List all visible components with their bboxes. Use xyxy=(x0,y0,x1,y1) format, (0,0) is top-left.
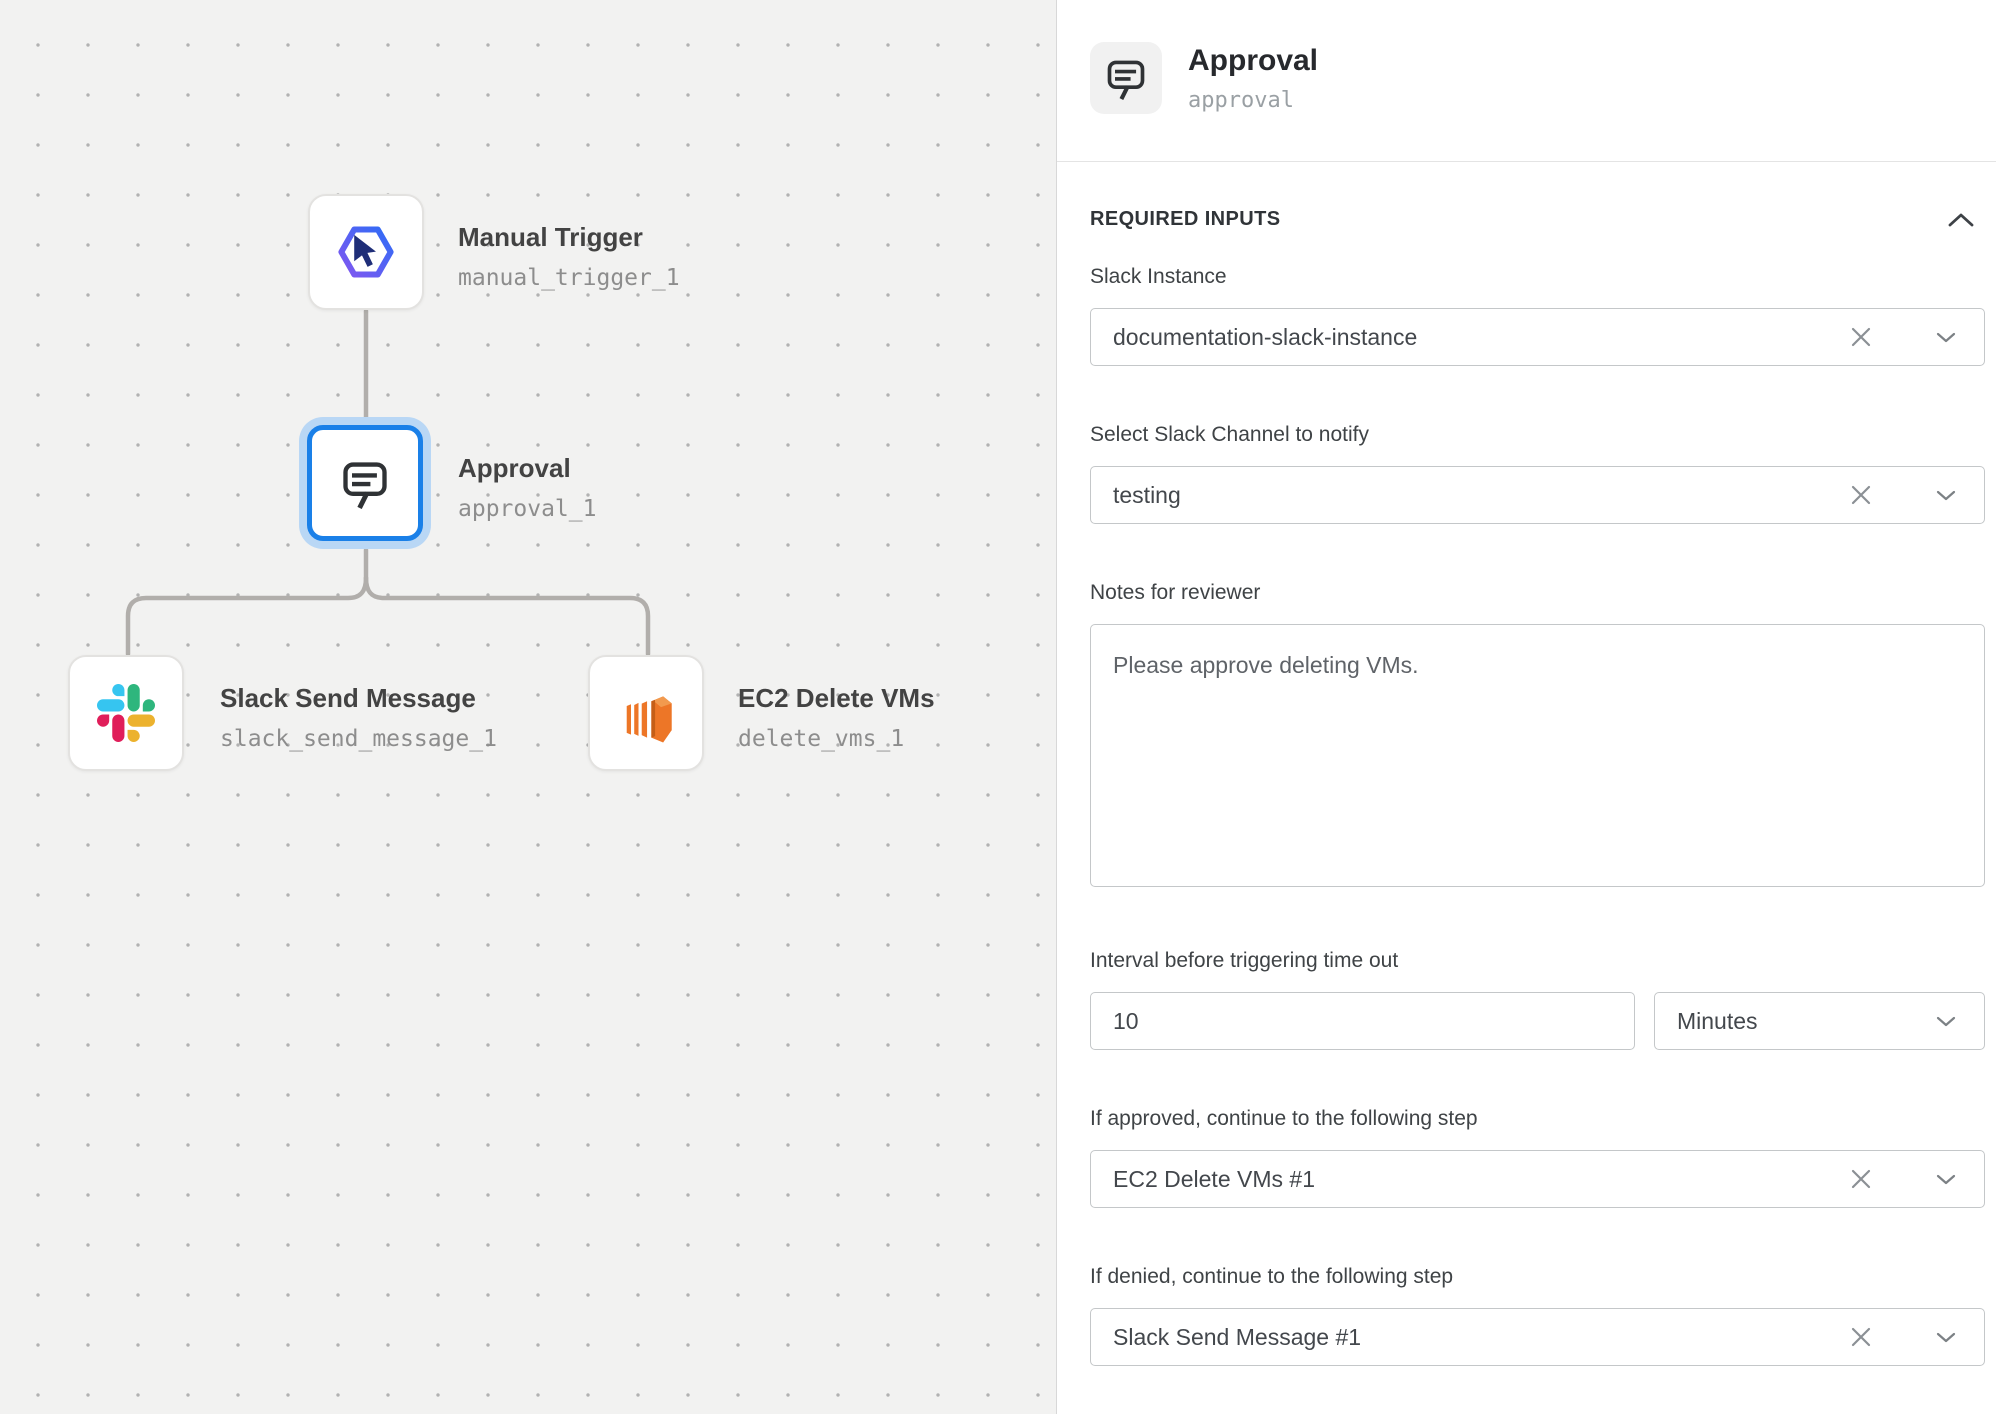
chevron-down-icon[interactable] xyxy=(1930,326,1962,349)
field-label: If denied, continue to the following ste… xyxy=(1090,1265,1984,1289)
node-title: Manual Trigger xyxy=(458,222,680,252)
chevron-down-icon[interactable] xyxy=(1930,484,1962,507)
clear-icon[interactable] xyxy=(1844,1320,1878,1354)
if-approved-select[interactable] xyxy=(1090,1150,1985,1208)
workflow-canvas[interactable]: Manual Trigger manual_trigger_1 Approval… xyxy=(0,0,1056,1414)
required-inputs-section-header: REQUIRED INPUTS xyxy=(1090,208,1984,231)
slack-icon xyxy=(97,684,155,742)
node-id: delete_vms_1 xyxy=(738,726,935,752)
field-if-approved: If approved, continue to the following s… xyxy=(1090,1107,1984,1208)
field-label: Select Slack Channel to notify xyxy=(1090,423,1984,447)
slack-instance-value[interactable] xyxy=(1091,309,1844,365)
clear-icon[interactable] xyxy=(1844,1162,1878,1196)
node-manual-trigger-labels: Manual Trigger manual_trigger_1 xyxy=(458,222,680,291)
if-denied-select[interactable] xyxy=(1090,1308,1985,1366)
step-config-panel: Approval approval REQUIRED INPUTS Slack … xyxy=(1056,0,1996,1414)
field-interval: Interval before triggering time out Minu… xyxy=(1090,949,1984,1050)
ec2-icon xyxy=(616,683,676,743)
section-title: REQUIRED INPUTS xyxy=(1090,208,1280,231)
notes-textarea[interactable]: Please approve deleting VMs. xyxy=(1090,624,1985,887)
field-slack-channel: Select Slack Channel to notify xyxy=(1090,423,1984,524)
field-label: Interval before triggering time out xyxy=(1090,949,1984,973)
field-slack-instance: Slack Instance xyxy=(1090,265,1984,366)
node-title: Slack Send Message xyxy=(220,683,497,713)
workflow-builder-app: Manual Trigger manual_trigger_1 Approval… xyxy=(0,0,1996,1414)
chevron-down-icon[interactable] xyxy=(1930,1326,1962,1349)
node-id: approval_1 xyxy=(458,496,596,522)
approval-step-icon-tile xyxy=(1090,42,1162,114)
node-slack-send-message[interactable] xyxy=(68,655,184,771)
field-label: Notes for reviewer xyxy=(1090,581,1984,605)
node-ec2-delete-vms[interactable] xyxy=(588,655,704,771)
interval-value[interactable] xyxy=(1091,993,1634,1049)
manual-trigger-icon xyxy=(336,222,396,282)
panel-subtitle: approval xyxy=(1188,88,1318,113)
chevron-up-icon[interactable] xyxy=(1944,209,1978,231)
slack-channel-value[interactable] xyxy=(1091,467,1844,523)
interval-number-box[interactable] xyxy=(1090,992,1635,1050)
node-slack-labels: Slack Send Message slack_send_message_1 xyxy=(220,683,497,752)
if-denied-value[interactable] xyxy=(1091,1309,1844,1365)
field-if-denied: If denied, continue to the following ste… xyxy=(1090,1265,1984,1366)
clear-icon[interactable] xyxy=(1844,320,1878,354)
chevron-down-icon[interactable] xyxy=(1930,1010,1962,1033)
node-approval-labels: Approval approval_1 xyxy=(458,453,596,522)
node-manual-trigger[interactable] xyxy=(308,194,424,310)
approval-node-icon xyxy=(339,457,391,509)
interval-unit-select[interactable]: Minutes xyxy=(1654,992,1985,1050)
approval-icon xyxy=(1104,56,1148,100)
node-id: slack_send_message_1 xyxy=(220,726,497,752)
panel-title: Approval xyxy=(1188,44,1318,78)
clear-icon[interactable] xyxy=(1844,478,1878,512)
interval-unit-value: Minutes xyxy=(1655,1008,1930,1035)
field-label: If approved, continue to the following s… xyxy=(1090,1107,1984,1131)
field-notes: Notes for reviewer Please approve deleti… xyxy=(1090,581,1984,892)
panel-header: Approval approval xyxy=(1057,0,1996,162)
node-id: manual_trigger_1 xyxy=(458,265,680,291)
slack-instance-select[interactable] xyxy=(1090,308,1985,366)
slack-channel-select[interactable] xyxy=(1090,466,1985,524)
chevron-down-icon[interactable] xyxy=(1930,1168,1962,1191)
node-approval[interactable] xyxy=(307,425,423,541)
node-title: EC2 Delete VMs xyxy=(738,683,935,713)
node-title: Approval xyxy=(458,453,596,483)
node-ec2-labels: EC2 Delete VMs delete_vms_1 xyxy=(738,683,935,752)
field-label: Slack Instance xyxy=(1090,265,1984,289)
if-approved-value[interactable] xyxy=(1091,1151,1844,1207)
